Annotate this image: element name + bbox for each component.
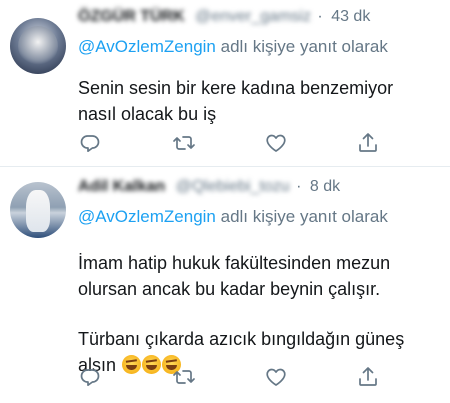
retweet-button[interactable] [172,365,196,389]
reply-icon [80,135,100,153]
like-button[interactable] [264,365,288,389]
tweet-header: ÖZGÜR TÜRK @enver_gamsiz · 43 dk [78,8,370,30]
share-icon [359,133,377,152]
avatar[interactable] [10,18,66,74]
tweet-text-line: Türbanı çıkarda azıcık bıngıldağın güneş [78,329,405,349]
author-name[interactable]: ÖZGÜR TÜRK [78,8,185,25]
timestamp[interactable]: 43 dk [331,8,370,25]
share-button[interactable] [356,365,380,389]
author-handle[interactable]: @Qlebiebi_tozu [176,178,290,195]
author-name[interactable]: Adil Kalkan [78,178,165,195]
like-icon [266,134,286,152]
like-button[interactable] [264,131,288,155]
retweet-icon [173,136,195,150]
avatar-profile-icon [18,26,58,66]
reply-mention-link[interactable]: @AvOzlemZengin [78,207,216,226]
tweet-text-line: İmam hatip hukuk fakültesinden mezun [78,253,391,273]
share-button[interactable] [356,131,380,155]
reply-mention-link[interactable]: @AvOzlemZengin [78,37,216,56]
retweet-button[interactable] [172,131,196,155]
reply-context: @AvOzlemZengin adlı kişiye yanıt olarak [78,37,388,57]
tweet-actions [78,365,438,389]
avatar[interactable] [10,182,66,238]
timestamp[interactable]: 8 dk [310,178,340,195]
reply-context-text: adlı kişiye yanıt olarak [215,207,388,226]
separator-dot: · [317,8,323,25]
author-handle[interactable]: @enver_gamsiz [195,8,311,25]
reply-button[interactable] [78,365,102,389]
reply-context: @AvOzlemZengin adlı kişiye yanıt olarak [78,207,388,227]
reply-context-text: adlı kişiye yanıt olarak [215,37,388,56]
tweet-text-line: Senin sesin bir kere kadına benzemiyor [78,78,394,98]
tweet-actions [78,131,438,155]
tweet-text: İmam hatip hukuk fakültesinden mezun olu… [78,250,438,378]
separator-dot: · [296,178,302,195]
tweet[interactable]: Adil Kalkan @Qlebiebi_tozu · 8 dk @AvOzl… [0,167,450,403]
avatar-snowman-icon [26,190,50,232]
share-icon [359,367,377,386]
tweet-header: Adil Kalkan @Qlebiebi_tozu · 8 dk [78,178,340,200]
like-icon [266,368,286,386]
reply-icon [80,369,100,387]
reply-button[interactable] [78,131,102,155]
tweet[interactable]: ÖZGÜR TÜRK @enver_gamsiz · 43 dk @AvOzle… [0,0,450,166]
tweet-text-line: nasıl olacak bu iş [78,104,217,124]
retweet-icon [173,370,195,384]
tweet-text: Senin sesin bir kere kadına benzemiyor n… [78,75,438,127]
tweet-text-line: olursan ancak bu kadar beynin çalışır. [78,279,381,299]
